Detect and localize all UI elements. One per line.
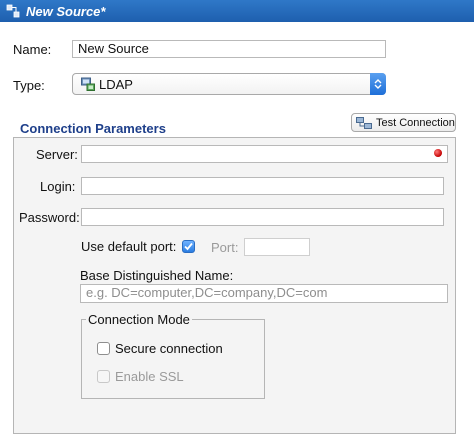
secure-connection-label: Secure connection — [115, 341, 223, 356]
connection-mode-title: Connection Mode — [86, 312, 192, 327]
base-dn-label: Base Distinguished Name: — [80, 268, 234, 283]
test-connection-label: Test Connection — [376, 116, 455, 129]
login-input[interactable] — [81, 177, 444, 195]
test-connection-icon — [356, 116, 372, 129]
name-label: Name: — [13, 42, 52, 57]
password-input[interactable] — [81, 208, 444, 226]
port-input[interactable] — [244, 238, 310, 256]
base-dn-input[interactable]: e.g. DC=computer,DC=company,DC=com — [80, 284, 448, 303]
enable-ssl-checkbox[interactable] — [97, 370, 110, 383]
connection-mode-group — [81, 319, 265, 399]
server-input[interactable] — [81, 145, 448, 163]
port-label: Port: — [211, 240, 239, 255]
enable-ssl-label: Enable SSL — [115, 369, 184, 384]
window-title: New Source* — [26, 3, 106, 19]
type-label: Type: — [13, 78, 45, 93]
test-connection-button[interactable]: Test Connection — [351, 113, 456, 132]
chevron-updown-icon[interactable] — [370, 73, 386, 95]
name-input[interactable]: New Source — [72, 40, 386, 58]
secure-connection-checkbox[interactable] — [97, 342, 110, 355]
default-port-label: Use default port: — [81, 239, 177, 254]
password-label: Password: — [19, 210, 80, 225]
section-title: Connection Parameters — [20, 121, 166, 136]
default-port-checkbox[interactable] — [182, 240, 195, 253]
checkmark-icon — [184, 242, 193, 251]
window-titlebar: New Source* — [0, 0, 474, 22]
login-label: Login: — [40, 179, 76, 194]
status-indicator-icon — [434, 149, 442, 157]
server-label: Server: — [36, 147, 78, 162]
source-icon — [4, 2, 22, 20]
ldap-icon — [81, 77, 95, 91]
type-select-value: LDAP — [99, 76, 133, 92]
type-select[interactable]: LDAP — [72, 73, 386, 95]
